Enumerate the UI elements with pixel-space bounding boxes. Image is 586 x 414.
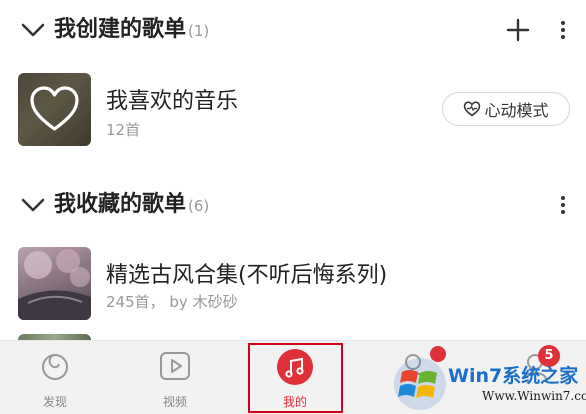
heart-pulse-icon [464, 101, 481, 117]
playlist-cover [18, 73, 91, 146]
section-title-text: 我收藏的歌单 [54, 191, 187, 217]
collected-playlists-header[interactable]: 我收藏的歌单 (6) [0, 185, 586, 225]
site-watermark: Win7系统之家 Www.Winwin7.com [390, 354, 586, 413]
playlist-subtitle: 245首， by 木砂砂 [106, 293, 238, 311]
section-count: (1) [188, 21, 210, 40]
watermark-title: Win7系统之家 [448, 365, 579, 387]
chevron-down-icon[interactable] [20, 20, 46, 40]
more-options-button[interactable] [558, 18, 568, 44]
tab-label: 发现 [42, 395, 67, 409]
highlight-box [248, 343, 343, 413]
playlist-item-collected[interactable]: 精选古风合集(不听后悔系列) 245首， by 木砂砂 [0, 247, 586, 327]
created-playlists-header[interactable]: 我创建的歌单 (1) [0, 10, 586, 50]
add-playlist-button[interactable] [505, 17, 531, 43]
section-count: (6) [188, 196, 210, 215]
tab-video[interactable]: 视频 [130, 341, 220, 414]
tab-discover[interactable]: 发现 [10, 341, 100, 414]
netease-logo-icon [42, 354, 68, 380]
more-options-button[interactable] [558, 193, 568, 219]
playlist-track-count: 12首 [106, 121, 141, 139]
playlist-cover [18, 247, 91, 320]
windows-logo-icon [394, 358, 446, 410]
heart-icon [18, 73, 91, 146]
tab-label: 视频 [162, 395, 187, 409]
video-play-icon [160, 352, 190, 380]
section-title-text: 我创建的歌单 [54, 16, 187, 42]
heart-mode-label: 心动模式 [484, 101, 549, 120]
watermark-url: Www.Winwin7.com [482, 389, 586, 403]
chevron-down-icon[interactable] [20, 195, 46, 215]
playlist-name: 精选古风合集(不听后悔系列) [106, 263, 388, 288]
section-title: 我收藏的歌单 (6) [54, 185, 209, 226]
playlist-name: 我喜欢的音乐 [106, 89, 239, 114]
cover-artwork [18, 249, 91, 320]
heart-mode-button[interactable]: 心动模式 [442, 92, 570, 126]
section-title: 我创建的歌单 (1) [54, 10, 209, 51]
